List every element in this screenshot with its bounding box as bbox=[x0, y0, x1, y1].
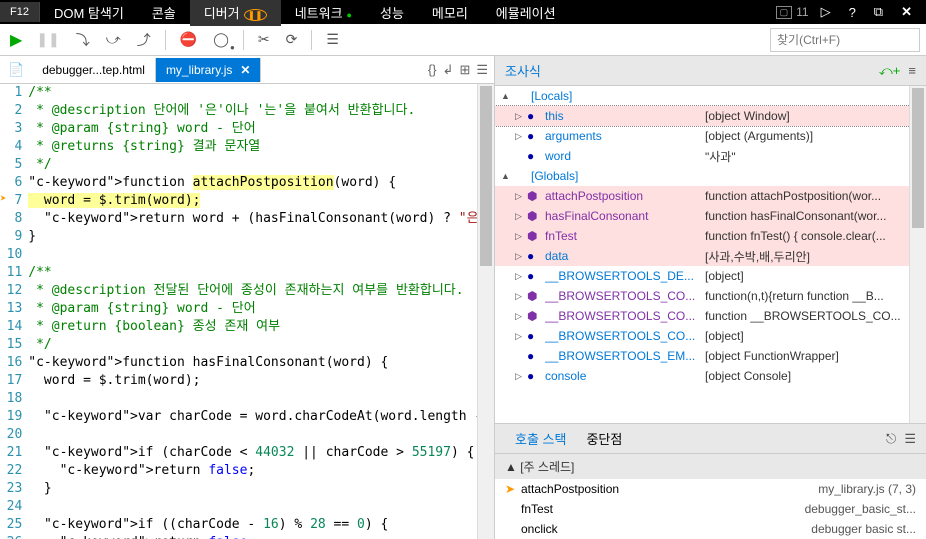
code-editor[interactable]: ➤ 12345678910111213141516171819202122232… bbox=[0, 84, 494, 539]
editor-scrollbar[interactable] bbox=[477, 84, 494, 539]
callstack-panel: ▲ [주 스레드] ➤attachPostpositionmy_library.… bbox=[495, 454, 926, 539]
pause-icon[interactable]: ❚❚ bbox=[30, 27, 65, 52]
watch-panel-header: 조사식 ⤺+ ≡ bbox=[495, 56, 926, 86]
file-tabs: 📄 debugger...tep.html my_library.js✕ {} … bbox=[0, 56, 494, 84]
continue-icon[interactable]: ▶ bbox=[6, 30, 26, 50]
just-my-code-icon[interactable]: ☰ bbox=[320, 27, 345, 52]
watch-row[interactable]: ▷●arguments[object (Arguments)] bbox=[495, 126, 926, 146]
devtool-tabs: DOM 탐색기 콘솔 디버거❚❚ 네트워크 성능 메모리 에뮬레이션 bbox=[40, 0, 570, 26]
watch-row[interactable]: ▷●console[object Console] bbox=[495, 366, 926, 386]
mark-my-code-icon[interactable]: ☰ bbox=[476, 62, 488, 78]
pretty-print-icon[interactable]: {} bbox=[428, 62, 437, 78]
watch-tree[interactable]: ▲[Locals]▷●this[object Window]▷●argument… bbox=[495, 86, 926, 423]
callstack-header: 호출 스택 중단점 ⎋ ☰ bbox=[495, 423, 926, 454]
watch-row[interactable]: ▷●__BROWSERTOOLS_CO...[object] bbox=[495, 326, 926, 346]
search-input[interactable] bbox=[770, 28, 920, 52]
tab-memory[interactable]: 메모리 bbox=[418, 0, 482, 26]
async-callstack-icon[interactable]: ⎋ bbox=[886, 431, 896, 447]
tab-dom-explorer[interactable]: DOM 탐색기 bbox=[40, 0, 138, 26]
tab-debugger[interactable]: 디버거❚❚ bbox=[190, 0, 281, 26]
file-tab-html[interactable]: debugger...tep.html bbox=[32, 58, 156, 82]
tab-emulation[interactable]: 에뮬레이션 bbox=[482, 0, 570, 26]
close-icon[interactable]: ✕ bbox=[895, 0, 918, 24]
pause-icon: ❚❚ bbox=[244, 9, 267, 21]
refresh-icon[interactable]: ⟳ bbox=[280, 27, 304, 52]
callstack-frame[interactable]: onclickdebugger basic st... bbox=[495, 519, 926, 539]
add-watch-icon[interactable]: ⤺+ bbox=[879, 63, 901, 79]
callstack-frame[interactable]: fnTestdebugger_basic_st... bbox=[495, 499, 926, 519]
watch-row[interactable]: ▷⬢__BROWSERTOOLS_CO...function __BROWSER… bbox=[495, 306, 926, 326]
watch-row[interactable]: ▷●__BROWSERTOOLS_DE...[object] bbox=[495, 266, 926, 286]
error-count-badge[interactable]: ▢11 bbox=[776, 5, 809, 19]
toggle-watch-icon[interactable]: ≡ bbox=[908, 63, 916, 79]
watch-row[interactable]: ●word"사과" bbox=[495, 146, 926, 166]
watch-row[interactable]: ▷⬢__BROWSERTOOLS_CO...function(n,t){retu… bbox=[495, 286, 926, 306]
tab-breakpoints[interactable]: 중단점 bbox=[576, 429, 632, 448]
library-frames-icon[interactable]: ☰ bbox=[904, 431, 916, 447]
watch-row[interactable]: ▲[Globals] bbox=[495, 166, 926, 186]
watch-row[interactable]: ▷⬢fnTestfunction fnTest() { console.clea… bbox=[495, 226, 926, 246]
step-over-icon[interactable]: ⤻ bbox=[100, 27, 127, 52]
watch-row[interactable]: ▷⬢hasFinalConsonantfunction hasFinalCons… bbox=[495, 206, 926, 226]
console-toggle-icon[interactable]: ▷ bbox=[815, 0, 837, 24]
close-tab-icon[interactable]: ✕ bbox=[240, 63, 250, 77]
thread-label[interactable]: ▲ [주 스레드] bbox=[495, 454, 926, 479]
file-tab-js[interactable]: my_library.js✕ bbox=[156, 58, 262, 82]
breakpoint-gutter[interactable]: ➤ bbox=[0, 84, 7, 539]
f12-label: F12 bbox=[0, 2, 40, 22]
break-exception-icon[interactable]: ◯● bbox=[207, 27, 235, 52]
tab-console[interactable]: 콘솔 bbox=[138, 0, 190, 26]
debug-toolbar: ▶ ❚❚ ⤵ ⤻ ⤴ ⛔ ◯● ✂ ⟳ ☰ bbox=[0, 24, 926, 56]
disconnect-icon[interactable]: ✂ bbox=[252, 27, 276, 52]
word-wrap-icon[interactable]: ↲ bbox=[443, 62, 454, 78]
tab-performance[interactable]: 성능 bbox=[366, 0, 418, 26]
open-file-icon[interactable]: 📄 bbox=[0, 62, 32, 78]
code-content[interactable]: /** * @description 단어에 '은'이나 '는'을 붙여서 반환… bbox=[28, 84, 494, 539]
break-new-worker-icon[interactable]: ⛔ bbox=[174, 27, 203, 52]
watch-row[interactable]: ▷●this[object Window] bbox=[495, 106, 926, 126]
watch-row[interactable]: ▷●data[사과,수박,배,두리안] bbox=[495, 246, 926, 266]
watch-row[interactable]: ●__BROWSERTOOLS_EM...[object FunctionWra… bbox=[495, 346, 926, 366]
help-icon[interactable]: ? bbox=[843, 1, 862, 24]
tab-callstack[interactable]: 호출 스택 bbox=[505, 429, 576, 448]
watch-row[interactable]: ▷⬢attachPostpositionfunction attachPostp… bbox=[495, 186, 926, 206]
step-into-icon[interactable]: ⤵ bbox=[70, 26, 96, 54]
tab-network[interactable]: 네트워크 bbox=[281, 0, 366, 26]
undock-icon[interactable]: ⧉ bbox=[868, 0, 889, 24]
source-map-icon[interactable]: ⊞ bbox=[459, 62, 470, 78]
line-numbers: 1234567891011121314151617181920212223242… bbox=[7, 84, 29, 539]
step-out-icon[interactable]: ⤴ bbox=[131, 26, 157, 54]
watch-row[interactable]: ▲[Locals] bbox=[495, 86, 926, 106]
callstack-frame[interactable]: ➤attachPostpositionmy_library.js (7, 3) bbox=[495, 479, 926, 499]
top-menu: F12 DOM 탐색기 콘솔 디버거❚❚ 네트워크 성능 메모리 에뮬레이션 ▢… bbox=[0, 0, 926, 24]
watch-scrollbar[interactable] bbox=[909, 86, 926, 423]
